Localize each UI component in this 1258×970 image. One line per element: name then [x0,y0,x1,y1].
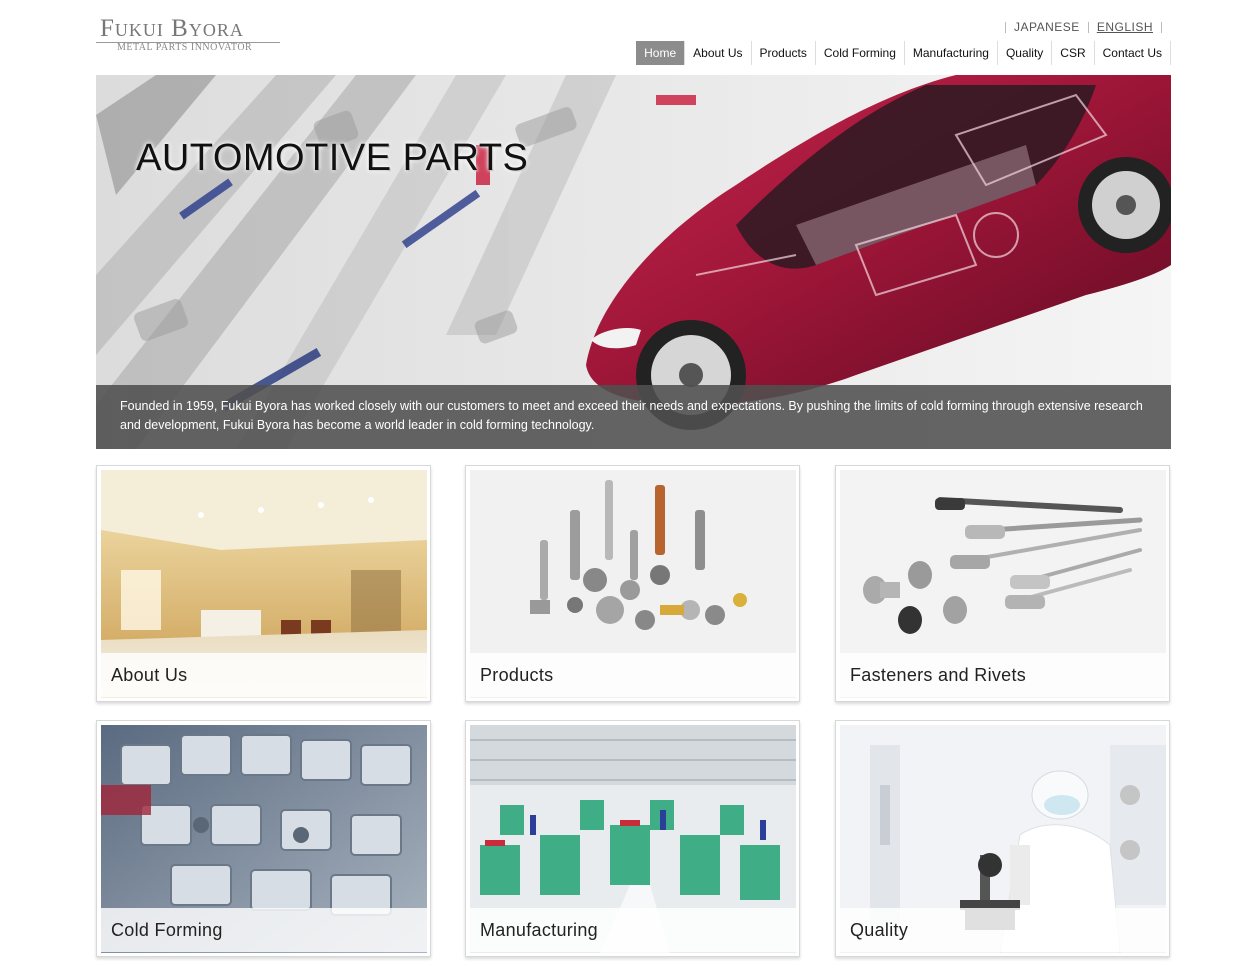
card-label: Cold Forming [101,908,427,952]
lang-divider [1005,21,1006,33]
nav-cold-forming[interactable]: Cold Forming [814,41,904,65]
hero-caption: Founded in 1959, Fukui Byora has worked … [96,385,1171,449]
card-label: Manufacturing [470,908,796,952]
lang-divider [1087,21,1089,33]
nav-manufacturing[interactable]: Manufacturing [903,41,997,65]
card-label: Quality [840,908,1166,952]
logo-wordmark: Fukui Byora [100,15,244,42]
main-nav: Home About Us Products Cold Forming Manu… [636,41,1171,65]
hero-title: AUTOMOTIVE PARTS [136,137,529,179]
card-cold-forming[interactable]: Cold Forming [96,720,431,957]
nav-quality[interactable]: Quality [996,41,1051,65]
card-quality[interactable]: Quality [835,720,1170,957]
card-manufacturing[interactable]: Manufacturing [465,720,800,957]
lang-divider [1161,21,1162,33]
nav-home[interactable]: Home [636,41,685,65]
hero-banner: AUTOMOTIVE PARTS Founded in 1959, Fukui … [96,75,1171,449]
card-fasteners-and-rivets[interactable]: Fasteners and Rivets [835,465,1170,702]
nav-contact-us[interactable]: Contact Us [1093,41,1171,65]
card-label: Products [470,653,796,697]
company-logo[interactable]: Fukui Byora METAL PARTS INNOVATOR [96,16,282,56]
logo-tagline: METAL PARTS INNOVATOR [117,42,253,53]
card-about-us[interactable]: About Us [96,465,431,702]
card-label: Fasteners and Rivets [840,653,1166,697]
nav-about-us[interactable]: About Us [684,41,750,65]
language-switcher: JAPANESE ENGLISH [997,20,1170,34]
lang-japanese-link[interactable]: JAPANESE [1014,20,1080,34]
card-products[interactable]: Products [465,465,800,702]
card-label: About Us [101,653,427,697]
lang-english-link[interactable]: ENGLISH [1097,20,1153,34]
nav-csr[interactable]: CSR [1051,41,1093,65]
nav-products[interactable]: Products [750,41,815,65]
